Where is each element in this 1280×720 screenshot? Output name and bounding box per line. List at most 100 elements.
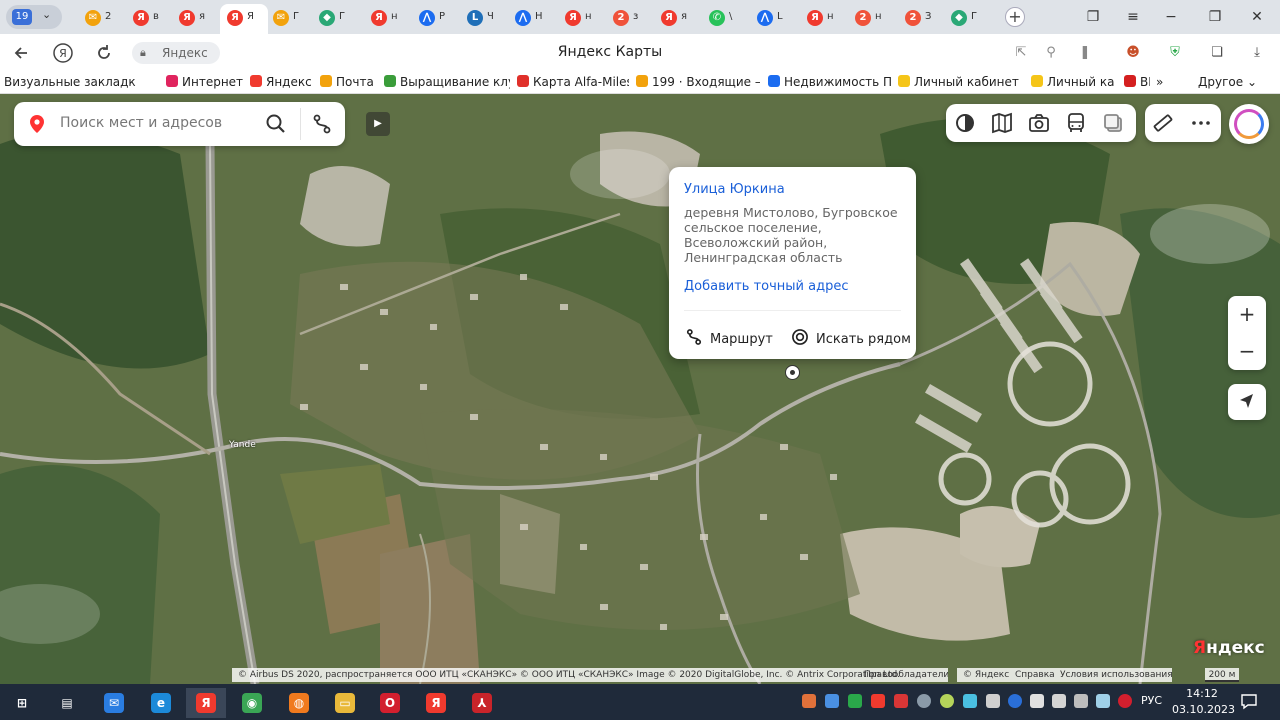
- tray-app-icon[interactable]: [825, 694, 839, 708]
- tray-app-icon[interactable]: [1052, 694, 1066, 708]
- collapse-panel-button[interactable]: ▶: [366, 112, 390, 136]
- bookmark-item[interactable]: Визуальные закладк: [4, 75, 154, 91]
- terms-link[interactable]: Условия использования: [1060, 668, 1173, 682]
- browser-tab[interactable]: ⋀ Н: [508, 4, 548, 32]
- tray-app-icon[interactable]: [1074, 694, 1088, 708]
- share-icon[interactable]: ⇱: [1010, 42, 1032, 64]
- browser-tab[interactable]: ✆ \: [702, 4, 742, 32]
- menu-icon[interactable]: ≡: [1122, 6, 1144, 28]
- browser-tab[interactable]: Яя: [654, 4, 694, 32]
- layers-stack-icon[interactable]: [1101, 111, 1125, 135]
- shield-icon[interactable]: ⛨: [1164, 42, 1186, 64]
- help-link[interactable]: Справка: [1015, 668, 1055, 682]
- firefox-browser-icon[interactable]: ◍: [279, 688, 319, 718]
- browser-tab[interactable]: ✉ Г: [266, 4, 306, 32]
- tab-counter-button[interactable]: 19 ⌄: [6, 5, 62, 29]
- bookmark-item[interactable]: BN: [1124, 75, 1150, 91]
- tray-app-icon[interactable]: [894, 694, 908, 708]
- tray-app-icon[interactable]: [848, 694, 862, 708]
- system-clock[interactable]: 14:12 03.10.2023: [1172, 686, 1235, 718]
- mail-app-icon[interactable]: ✉: [94, 688, 134, 718]
- tray-opera-icon[interactable]: [1118, 694, 1132, 708]
- search-nearby-button[interactable]: Искать рядом: [790, 327, 911, 347]
- restore-icon[interactable]: ❐: [1204, 6, 1226, 28]
- keyboard-language[interactable]: РУС: [1141, 694, 1162, 707]
- microphone-icon[interactable]: [917, 694, 931, 708]
- bluetooth-icon[interactable]: [1008, 694, 1022, 708]
- route-icon[interactable]: [310, 112, 334, 136]
- add-exact-address-link[interactable]: Добавить точный адрес: [684, 279, 848, 294]
- new-tab-button[interactable]: +: [1005, 7, 1025, 27]
- file-explorer-icon[interactable]: ▭: [325, 688, 365, 718]
- ruler-icon[interactable]: [1151, 111, 1175, 135]
- minimize-icon[interactable]: −: [1160, 6, 1182, 28]
- bookmark-item[interactable]: Недвижимость Пе: [768, 75, 892, 91]
- tray-yandex-icon[interactable]: [871, 694, 885, 708]
- more-icon[interactable]: [1189, 111, 1213, 135]
- bookmarks-more-button[interactable]: »: [1156, 75, 1168, 91]
- bookmark-item[interactable]: Почта: [320, 75, 378, 91]
- task-view-icon[interactable]: ▤: [47, 688, 87, 718]
- browser-tab[interactable]: Ян: [558, 4, 598, 32]
- tray-app-icon[interactable]: [940, 694, 954, 708]
- notifications-icon[interactable]: [1240, 692, 1258, 710]
- rights-holders-link[interactable]: Правообладатели: [864, 668, 948, 682]
- browser-tab[interactable]: Яв: [126, 4, 166, 32]
- zoom-out-button[interactable]: −: [1228, 333, 1266, 370]
- search-icon[interactable]: [264, 112, 288, 136]
- bookmark-item[interactable]: Интернет: [166, 75, 244, 91]
- popup-title-link[interactable]: Улица Юркина: [684, 182, 785, 197]
- opera-browser-icon[interactable]: O: [370, 688, 410, 718]
- tray-app-icon[interactable]: [963, 694, 977, 708]
- bookmark-item[interactable]: Яндекс: [250, 75, 314, 91]
- bookmark-item[interactable]: Личный кабинет г: [898, 75, 1022, 91]
- camera-icon[interactable]: [1027, 111, 1051, 135]
- domain-chip[interactable]: 🔒︎ Яндекс: [132, 42, 220, 64]
- browser-tab[interactable]: 2н: [848, 4, 888, 32]
- location-marker[interactable]: [785, 365, 800, 380]
- edge-browser-icon[interactable]: e: [141, 688, 181, 718]
- tray-app-icon[interactable]: [802, 694, 816, 708]
- reload-button[interactable]: [92, 42, 116, 64]
- map-canvas[interactable]: Yande Поиск мест и адресов ▶ + − Улица Ю…: [0, 94, 1280, 684]
- download-icon[interactable]: ⤓: [1246, 42, 1268, 64]
- bookmark-item[interactable]: Личный каб: [1031, 75, 1115, 91]
- location-icon[interactable]: ⚲: [1040, 42, 1062, 64]
- browser-tab[interactable]: LЧ: [460, 4, 500, 32]
- map-book-icon[interactable]: [990, 111, 1014, 135]
- user-avatar[interactable]: [1229, 104, 1269, 144]
- bookmarks-other-folder[interactable]: Другое ⌄: [1198, 75, 1260, 91]
- browser-tab[interactable]: Ян: [800, 4, 840, 32]
- bookmark-icon[interactable]: ❚: [1074, 42, 1096, 64]
- bookmark-item[interactable]: 199 · Входящие —: [636, 75, 760, 91]
- tray-app-icon[interactable]: [1096, 694, 1110, 708]
- close-icon[interactable]: ✕: [1246, 6, 1268, 28]
- browser-tab[interactable]: ⋀ Р: [412, 4, 452, 32]
- browser-tab[interactable]: ◆ Г: [944, 4, 984, 32]
- yandex-app-icon[interactable]: Я: [416, 688, 456, 718]
- tab-manager-icon[interactable]: ❐: [1082, 6, 1104, 28]
- bus-icon[interactable]: [1064, 111, 1088, 135]
- extension-avatar-icon[interactable]: ☻: [1122, 42, 1144, 64]
- map-layers-icon[interactable]: [953, 111, 977, 135]
- bookmark-item[interactable]: Выращивание клу: [384, 75, 510, 91]
- search-input[interactable]: Поиск мест и адресов: [60, 115, 222, 131]
- route-button[interactable]: Маршрут: [684, 327, 773, 347]
- browser-tab[interactable]: ✉ 2: [78, 4, 118, 32]
- network-icon[interactable]: [1030, 694, 1044, 708]
- start-menu-icon[interactable]: ⊞: [2, 688, 42, 718]
- browser-tab[interactable]: ЯЯ: [220, 4, 268, 34]
- browser-tab[interactable]: ◆ Г: [312, 4, 352, 32]
- bookmark-item[interactable]: Карта Alfa-Miles: [517, 75, 629, 91]
- geolocation-button[interactable]: [1228, 384, 1266, 420]
- browser-tab[interactable]: Ян: [364, 4, 404, 32]
- extensions-icon[interactable]: ❏: [1206, 42, 1228, 64]
- pdf-reader-icon[interactable]: ⅄: [462, 688, 502, 718]
- zoom-in-button[interactable]: +: [1228, 296, 1266, 333]
- browser-tab[interactable]: Яя: [172, 4, 212, 32]
- chrome-browser-icon[interactable]: ◉: [232, 688, 272, 718]
- yandex-button[interactable]: Я: [51, 42, 75, 64]
- browser-tab[interactable]: ⋀ L: [750, 4, 790, 32]
- yandex-browser-icon[interactable]: Я: [186, 688, 226, 718]
- back-button[interactable]: [10, 42, 34, 64]
